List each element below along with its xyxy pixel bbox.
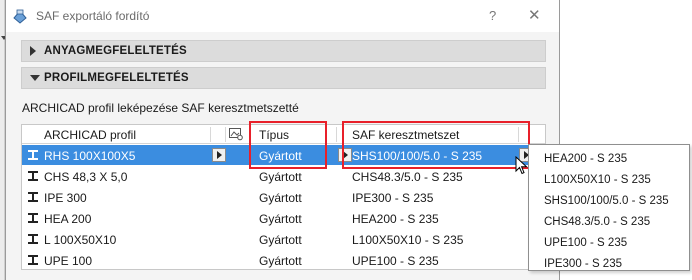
archicad-profile-cell: CHS 48,3 X 5,0 [44, 170, 128, 184]
saf-section-dropdown-menu: HEA200 - S 235 L100X50X10 - S 235 SHS100… [528, 144, 690, 271]
type-cell: Gyártott [259, 233, 302, 247]
type-cell: Gyártott [259, 254, 302, 268]
table-row[interactable]: L 100X50X10 Gyártott L100X50X10 - S 235 [22, 229, 545, 249]
i-beam-profile-icon [28, 234, 38, 244]
saf-column-highlight [342, 121, 530, 169]
archicad-profile-cell: UPE 100 [44, 254, 93, 268]
table-row[interactable]: CHS 48,3 X 5,0 Gyártott CHS48.3/5.0 - S … [22, 166, 545, 186]
menu-item[interactable]: IPE300 - S 235 [544, 258, 622, 270]
column-header-archicad-profile[interactable]: ARCHICAD profil [44, 128, 136, 142]
i-beam-profile-icon [28, 171, 38, 181]
archicad-profile-cell: IPE 300 [44, 191, 87, 205]
menu-item[interactable]: UPE100 - S 235 [544, 237, 627, 249]
collapse-arrow-icon [30, 75, 40, 81]
type-cell: Gyártott [259, 191, 302, 205]
menu-item[interactable]: L100X50X10 - S 235 [544, 174, 651, 186]
column-separator[interactable] [210, 127, 211, 142]
type-cell: Gyártott [259, 170, 302, 184]
saf-app-icon [13, 9, 27, 24]
type-column-highlight [249, 121, 327, 169]
archicad-profile-cell: RHS 100X100X5 [44, 149, 136, 163]
i-beam-profile-icon [28, 255, 38, 265]
table-row[interactable]: UPE 100 Gyártott UPE100 - S 235 [22, 250, 545, 270]
window-title: SAF exportáló fordító [36, 9, 150, 23]
table-row[interactable]: IPE 300 Gyártott IPE300 - S 235 [22, 187, 545, 207]
section-label-material: ANYAGMEGFELELTETÉS [44, 45, 187, 57]
column-separator[interactable] [225, 127, 226, 142]
profile-mapping-description: ARCHICAD profil leképezése SAF keresztme… [22, 101, 299, 115]
saf-section-cell: UPE100 - S 235 [352, 254, 439, 268]
section-material-mapping[interactable]: ANYAGMEGFELELTETÉS [21, 40, 546, 62]
i-beam-profile-icon [28, 213, 38, 223]
type-cell: Gyártott [259, 212, 302, 226]
section-label-profile: PROFILMEGFELELTETÉS [44, 72, 189, 84]
table-row[interactable]: HEA 200 Gyártott HEA200 - S 235 [22, 208, 545, 228]
saf-section-cell: CHS48.3/5.0 - S 235 [352, 170, 463, 184]
saf-section-cell: HEA200 - S 235 [352, 212, 439, 226]
menu-item[interactable]: CHS48.3/5.0 - S 235 [544, 216, 650, 228]
title-bar[interactable]: SAF exportáló fordító ? ✕ [6, 0, 559, 32]
i-beam-profile-icon [28, 192, 38, 202]
help-button[interactable]: ? [489, 8, 496, 23]
profile-settings-icon[interactable] [228, 127, 244, 141]
saf-section-cell: IPE300 - S 235 [352, 191, 434, 205]
archicad-profile-cell: L 100X50X10 [44, 233, 117, 247]
menu-item[interactable]: HEA200 - S 235 [544, 153, 627, 165]
column-separator[interactable] [336, 127, 337, 142]
saf-section-cell: L100X50X10 - S 235 [352, 233, 464, 247]
archicad-profile-cell: HEA 200 [44, 212, 92, 226]
i-beam-profile-icon [28, 150, 38, 160]
expand-arrow-icon [30, 46, 36, 56]
saf-export-dialog: SAF exportáló fordító ? ✕ ANYAGMEGFELELT… [5, 0, 560, 280]
section-profile-mapping[interactable]: PROFILMEGFELELTETÉS [21, 67, 546, 89]
profile-picker-button[interactable] [212, 148, 226, 162]
close-button[interactable]: ✕ [528, 6, 541, 24]
menu-item[interactable]: SHS100/100/5.0 - S 235 [544, 195, 669, 207]
mouse-pointer-icon [515, 156, 528, 175]
